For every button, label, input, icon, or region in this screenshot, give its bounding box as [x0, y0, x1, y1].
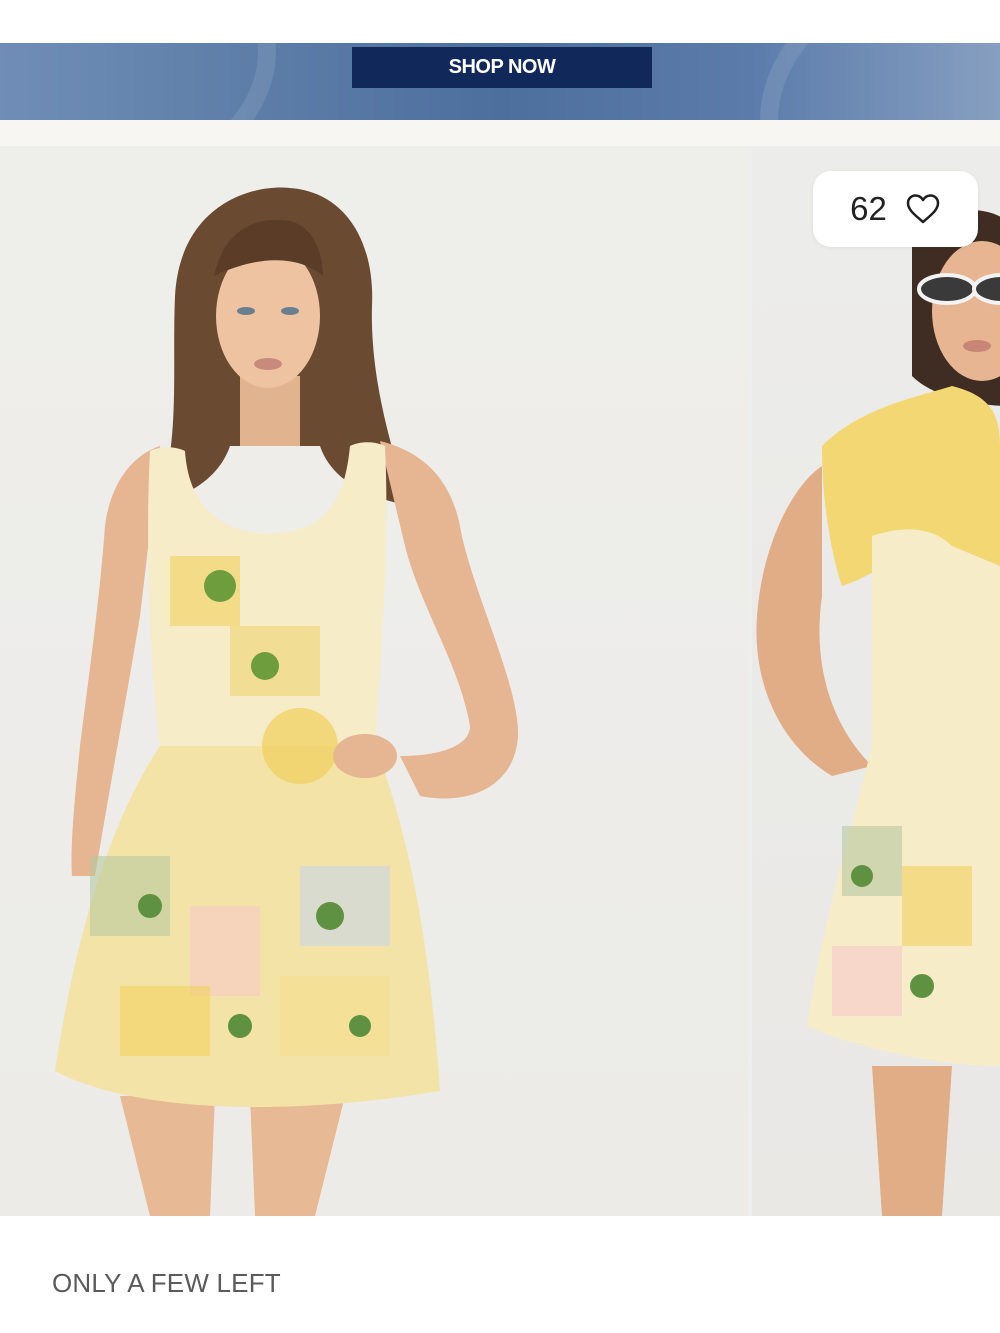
shop-now-button[interactable]: SHOP NOW [352, 47, 652, 88]
stock-status: ONLY A FEW LEFT [52, 1268, 281, 1298]
heart-icon [906, 194, 940, 224]
banner-decoration [0, 43, 276, 120]
product-image-1[interactable] [0, 146, 748, 1216]
like-button[interactable]: 62 [813, 171, 978, 247]
banner-spacer [0, 120, 1000, 146]
product-image-carousel[interactable] [0, 146, 1000, 1216]
model-sunglasses-illustration [756, 210, 1000, 1216]
like-count: 62 [850, 190, 887, 227]
banner-decoration [760, 43, 1000, 120]
model-front-illustration [55, 187, 519, 1216]
promo-banner: SHOP NOW [0, 43, 1000, 120]
product-image-2[interactable] [752, 146, 1000, 1216]
product-page: SHOP NOW 62 ONLY A FEW LEFT [0, 0, 1000, 1333]
